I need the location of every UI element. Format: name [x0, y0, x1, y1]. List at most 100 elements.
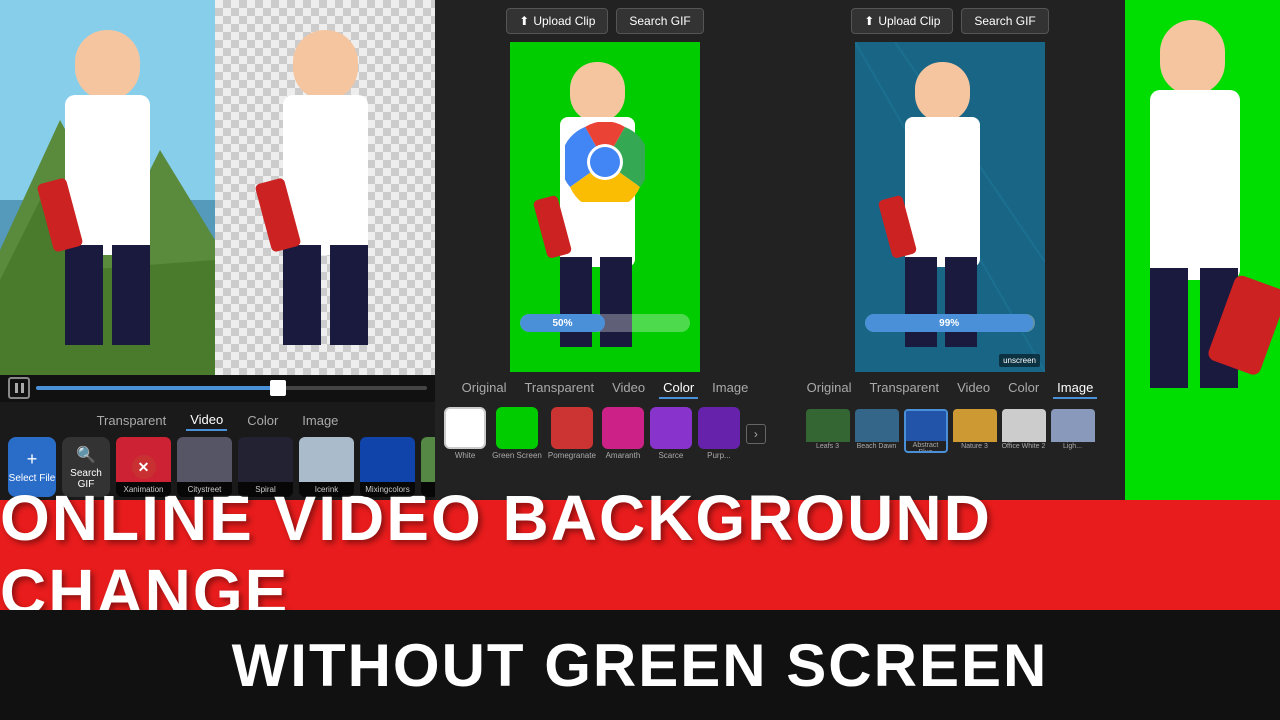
thumb-label: Spiral [238, 482, 293, 497]
right-tabs: Original Transparent Video Color Image [775, 372, 1125, 403]
img-thumb-nature[interactable]: Nature 3 [953, 409, 997, 453]
tab-color-middle[interactable]: Color [659, 378, 698, 399]
tab-color[interactable]: Color [243, 411, 282, 430]
search-gif-button-middle[interactable]: Search GIF [616, 8, 703, 34]
timeline-progress [36, 386, 278, 390]
img-thumb-label: Abstract Blue [906, 441, 946, 453]
swatch-white-box[interactable] [444, 407, 486, 449]
search-gif-label: Search GIF [974, 14, 1035, 28]
swatch-purp[interactable]: Purp... [698, 407, 740, 460]
thumb-xanimation[interactable]: ✕ Xanimation [116, 437, 171, 497]
img-thumb-label: Leafs 3 [806, 442, 850, 451]
swatch-sc-box[interactable] [650, 407, 692, 449]
unscreen-watermark: unscreen [999, 354, 1040, 367]
tab-color-right[interactable]: Color [1004, 378, 1043, 399]
middle-progress-bar: 50% [520, 314, 690, 332]
timeline-track[interactable] [36, 386, 427, 390]
swatch-pomegranate[interactable]: Pomegranate [548, 407, 596, 460]
green-video-container: 50% [510, 42, 700, 372]
thumb-label: W... [421, 482, 435, 497]
x-icon: ✕ [132, 455, 156, 479]
swatch-amaranth[interactable]: Amaranth [602, 407, 644, 460]
pause-button[interactable] [8, 377, 30, 399]
middle-tabs: Original Transparent Video Color Image [435, 372, 775, 403]
tab-image-middle[interactable]: Image [708, 378, 752, 399]
timeline-thumb[interactable] [270, 380, 286, 396]
middle-upload-row: ⬆ Upload Clip Search GIF [506, 8, 703, 34]
original-preview [0, 0, 215, 375]
tab-transparent[interactable]: Transparent [93, 411, 171, 430]
swatch-am-box[interactable] [602, 407, 644, 449]
img-thumb-ligh[interactable]: Ligh... [1051, 409, 1095, 453]
upload-clip-label: Upload Clip [533, 14, 595, 28]
upload-icon: ⬆ [519, 14, 529, 28]
upload-clip-button-right[interactable]: ⬆ Upload Clip [851, 8, 953, 34]
plus-icon: + [27, 449, 38, 470]
img-thumb-label: Office White 2 [1002, 442, 1046, 451]
swatch-label: Pomegranate [548, 451, 596, 460]
tab-original-right[interactable]: Original [803, 378, 856, 399]
swatch-green[interactable]: Green Screen [492, 407, 542, 460]
img-thumb-leafs[interactable]: Leafs 3 [806, 409, 850, 453]
black-banner-text: WITHOUT GREEN SCREEN [232, 631, 1049, 700]
right-progress-fill: 99% [865, 314, 1033, 332]
thumb-spiral[interactable]: Spiral [238, 437, 293, 497]
tab-video[interactable]: Video [186, 410, 227, 431]
tab-video-middle[interactable]: Video [608, 378, 649, 399]
swatch-label: Purp... [707, 451, 731, 460]
tab-video-right[interactable]: Video [953, 378, 994, 399]
thumb-icerink[interactable]: Icerink [299, 437, 354, 497]
img-thumb-label: Ligh... [1051, 442, 1095, 451]
right-progress-bar: 99% [865, 314, 1035, 332]
img-thumb-office[interactable]: Office White 2 [1002, 409, 1046, 453]
thumb-citystreet[interactable]: Citystreet [177, 437, 232, 497]
upload-clip-label: Upload Clip [878, 14, 940, 28]
progress-text: 99% [939, 318, 959, 329]
left-panel: Transparent Video Color Image + Select F… [0, 0, 435, 500]
swatch-label: Scarce [658, 451, 683, 460]
search-gif-button-right[interactable]: Search GIF [961, 8, 1048, 34]
swatch-label: White [455, 451, 475, 460]
img-thumb-label: Beach Dawn [855, 442, 899, 451]
red-banner: ONLINE VIDEO BACKGROUND CHANGE [0, 500, 1280, 610]
upload-icon: ⬆ [864, 14, 874, 28]
thumb-label: Mixingcolors [360, 482, 415, 497]
swatch-label: Green Screen [492, 451, 542, 460]
blue-video-container: 99% unscreen [855, 42, 1045, 372]
search-icon: 🔍 [76, 445, 96, 465]
middle-progress-fill: 50% [520, 314, 605, 332]
thumb-mixingcolors[interactable]: Mixingcolors [360, 437, 415, 497]
tab-image[interactable]: Image [298, 411, 342, 430]
search-gif-label: Search GIF [629, 14, 690, 28]
far-right-panel [1125, 0, 1280, 500]
middle-panel: ⬆ Upload Clip Search GIF [435, 0, 775, 500]
red-banner-text: ONLINE VIDEO BACKGROUND CHANGE [0, 481, 1280, 629]
tab-original-middle[interactable]: Original [458, 378, 511, 399]
img-thumb-abstract[interactable]: Abstract Blue [904, 409, 948, 453]
transparent-preview [215, 0, 435, 375]
tab-transparent-right[interactable]: Transparent [865, 378, 943, 399]
img-thumb-beach[interactable]: Beach Dawn [855, 409, 899, 453]
img-thumb-label: Nature 3 [953, 442, 997, 451]
image-thumbs: Leafs 3 Beach Dawn Abstract Blue Nature … [775, 403, 1125, 459]
progress-text: 50% [552, 318, 572, 329]
swatch-pom-box[interactable] [551, 407, 593, 449]
chrome-logo [565, 122, 645, 207]
right-panel: ⬆ Upload Clip Search GIF [775, 0, 1125, 500]
upload-clip-button-middle[interactable]: ⬆ Upload Clip [506, 8, 608, 34]
swatch-pu-box[interactable] [698, 407, 740, 449]
chevron-right-button[interactable]: › [746, 424, 766, 444]
tab-image-right[interactable]: Image [1053, 378, 1097, 399]
left-tabs: Transparent Video Color Image [0, 402, 435, 435]
transparent-bg [215, 0, 435, 375]
right-upload-row: ⬆ Upload Clip Search GIF [851, 8, 1048, 34]
swatch-green-box[interactable] [496, 407, 538, 449]
bottom-section: ONLINE VIDEO BACKGROUND CHANGE WITHOUT G… [0, 500, 1280, 720]
timeline-bar [0, 375, 435, 402]
tab-transparent-middle[interactable]: Transparent [520, 378, 598, 399]
thumb-w[interactable]: W... [421, 437, 435, 497]
swatch-white[interactable]: White [444, 407, 486, 460]
thumb-label: Citystreet [177, 482, 232, 497]
thumb-label: Icerink [299, 482, 354, 497]
swatch-scarce[interactable]: Scarce [650, 407, 692, 460]
